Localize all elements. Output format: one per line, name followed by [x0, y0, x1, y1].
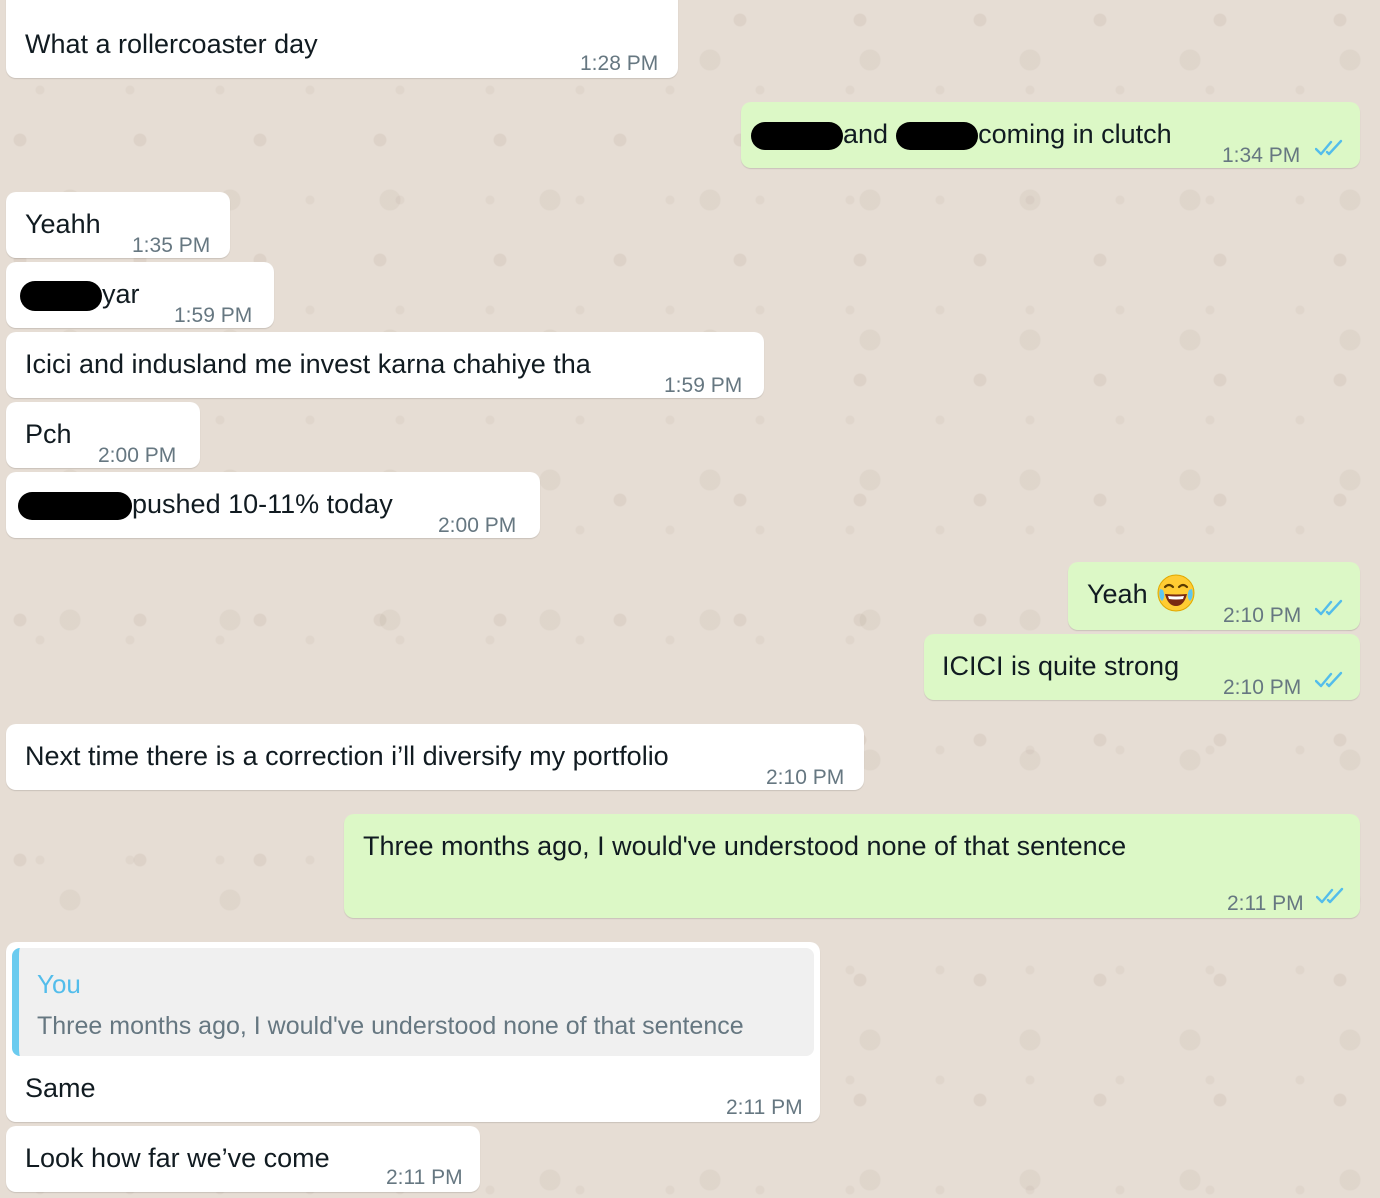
message-text-part: coming in clutch — [978, 119, 1172, 149]
message-incoming[interactable]: Yeahh 1:35 PM — [6, 192, 230, 258]
quoted-message[interactable]: You Three months ago, I would've underst… — [12, 948, 814, 1056]
message-time: 1:35 PM — [132, 234, 211, 257]
message-text: Pch — [25, 419, 72, 449]
message-text: Same — [25, 1073, 96, 1103]
message-text: Next time there is a correction i’ll div… — [25, 741, 669, 771]
message-incoming[interactable]: What a rollercoaster day 1:28 PM — [6, 0, 678, 78]
message-text-part: pushed 10-11% today — [132, 489, 393, 519]
message-text: pushed 10-11% today — [18, 488, 393, 520]
message-text: Yeahh — [25, 209, 101, 239]
double-check-read-icon — [1315, 599, 1343, 616]
message-time: 2:00 PM — [98, 444, 177, 467]
message-time: 2:10 PM — [766, 766, 845, 789]
message-incoming[interactable]: Look how far we’ve come 2:11 PM — [6, 1126, 480, 1192]
message-outgoing[interactable]: Yeah 2:10 PM — [1068, 562, 1360, 630]
double-check-read-icon — [1315, 671, 1343, 688]
message-time: 2:11 PM — [1227, 892, 1304, 915]
message-time: 2:11 PM — [726, 1096, 803, 1119]
message-text: and coming in clutch — [751, 118, 1172, 150]
message-text: Look how far we’ve come — [25, 1143, 330, 1173]
message-time: 1:34 PM — [1222, 144, 1301, 167]
double-check-read-icon — [1315, 139, 1343, 156]
message-text: What a rollercoaster day — [25, 29, 318, 59]
message-time: 2:10 PM — [1223, 604, 1302, 627]
redacted-text — [20, 280, 102, 311]
message-incoming[interactable]: Pch 2:00 PM — [6, 402, 200, 468]
double-check-read-icon — [1316, 887, 1344, 904]
quote-author: You — [37, 969, 81, 999]
message-text: yar — [20, 278, 140, 311]
message-time: 1:59 PM — [664, 374, 743, 397]
message-time: 1:28 PM — [580, 52, 659, 75]
message-time: 2:00 PM — [438, 514, 517, 537]
message-outgoing[interactable]: and coming in clutch 1:34 PM — [741, 102, 1360, 168]
redacted-text — [18, 491, 132, 520]
message-text-part: Yeah — [1087, 579, 1148, 609]
message-text-part: yar — [102, 279, 140, 309]
message-incoming-reply[interactable]: You Three months ago, I would've underst… — [6, 942, 820, 1122]
message-incoming[interactable]: Next time there is a correction i’ll div… — [6, 724, 864, 790]
message-text: Yeah — [1087, 574, 1196, 613]
message-time: 2:10 PM — [1223, 676, 1302, 699]
message-outgoing[interactable]: ICICI is quite strong 2:10 PM — [924, 634, 1360, 700]
message-outgoing[interactable]: Three months ago, I would've understood … — [344, 814, 1360, 918]
redacted-text — [896, 121, 979, 150]
message-incoming[interactable]: pushed 10-11% today 2:00 PM — [6, 472, 540, 538]
face-with-tears-of-joy-icon — [1157, 574, 1195, 612]
message-text: ICICI is quite strong — [942, 651, 1180, 681]
redacted-text — [751, 121, 843, 150]
message-text: Icici and indusland me invest karna chah… — [25, 349, 591, 379]
message-incoming[interactable]: Icici and indusland me invest karna chah… — [6, 332, 764, 398]
message-text: Three months ago, I would've understood … — [363, 831, 1127, 861]
message-time: 2:11 PM — [386, 1166, 463, 1189]
message-time: 1:59 PM — [174, 304, 253, 327]
quote-text: Three months ago, I would've understood … — [37, 1012, 744, 1040]
message-text-part: and — [843, 119, 889, 149]
message-incoming[interactable]: yar 1:59 PM — [6, 262, 274, 328]
